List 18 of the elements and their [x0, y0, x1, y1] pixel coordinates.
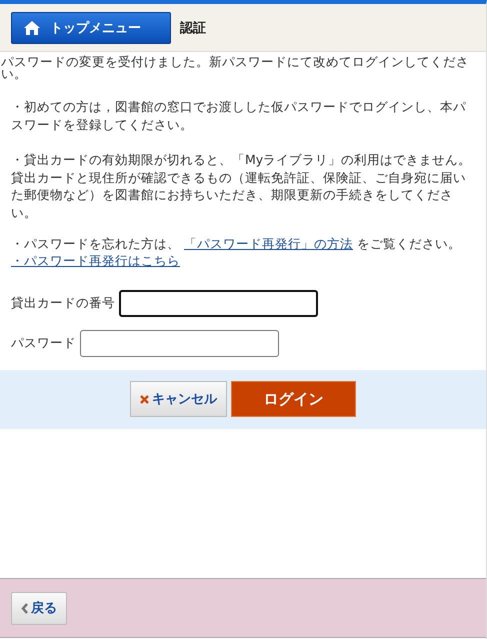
reissue-method-link[interactable]: 「パスワード再発行」の方法: [184, 236, 353, 251]
card-number-field[interactable]: [119, 290, 318, 316]
password-field[interactable]: [80, 330, 279, 356]
page-title: 認証: [180, 20, 206, 36]
reissue-link[interactable]: ・パスワード再発行はこちら: [11, 252, 180, 270]
login-button[interactable]: ログイン: [231, 381, 356, 417]
field-label: 貸出カードの番号: [11, 294, 115, 312]
back-button[interactable]: 戻る: [11, 592, 67, 624]
home-icon: [24, 20, 40, 34]
info-paragraph: ・初めての方は，図書館の窓口でお渡しした仮パスワードでログインし、本パスワードを登録してください。: [11, 98, 467, 133]
field-label: パスワード: [11, 334, 76, 352]
notice-text: パスワードの変更を受付けました。新パスワードにて改めてログインしてください。: [1, 56, 470, 80]
close-icon: [140, 394, 149, 404]
info-paragraph: ・貸出カードの有効期限が切れると、「Myライブラリ」の利用はできません。貸出カードと現住所が確認できるもの（運転免許証、保険証、ご自身宛に届いた郵便物など）を図書館にお持ちいただき、期限更新の手続きをしてください。: [11, 151, 472, 221]
cancel-button[interactable]: キャンセル: [130, 381, 227, 417]
info-paragraph: ・パスワードを忘れた方は、 「パスワード再発行」の方法 をご覧ください。: [11, 235, 462, 252]
chevron-left-icon: [21, 602, 28, 614]
top-menu-button[interactable]: トップメニュー: [11, 12, 171, 44]
